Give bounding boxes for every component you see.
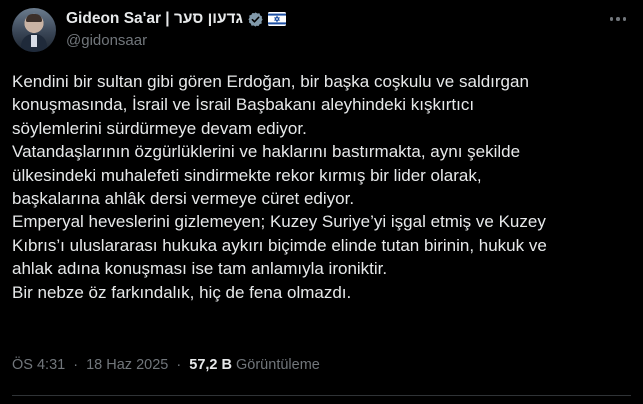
- tweet-text-line: Kıbrıs’ı uluslararası hukuka aykırı biçi…: [12, 235, 547, 255]
- tweet-meta: ÖS 4:31 · 18 Haz 2025 · 57,2 B Görüntüle…: [12, 357, 320, 373]
- tweet-text-line: konuşmasında, İsrail ve İsrail Başbakanı…: [12, 95, 475, 115]
- author-handle[interactable]: @gidonsaar: [66, 32, 286, 49]
- tweet-text-line: Kendini bir sultan gibi gören Erdoğan, b…: [12, 72, 529, 91]
- meta-separator: ·: [73, 357, 79, 373]
- tweet-time[interactable]: ÖS 4:31: [12, 357, 65, 373]
- divider: [12, 395, 631, 396]
- author-display-name[interactable]: Gideon Sa'ar | גדעון סער: [66, 10, 243, 28]
- tweet-text-line: Vatandaşlarının özgürlüklerini ve haklar…: [12, 142, 521, 162]
- tweet-date[interactable]: 18 Haz 2025: [86, 357, 168, 373]
- dot: [616, 17, 620, 21]
- tweet-text-line: Bir nebze öz farkındalık, hiç de fena ol…: [12, 282, 352, 302]
- dot: [609, 17, 614, 21]
- views-count[interactable]: 57,2 B: [189, 357, 232, 373]
- avatar-shirt: [31, 35, 37, 47]
- tweet: Gideon Sa'ar | גדעון סער @gidonsaar Kend…: [0, 0, 643, 404]
- tweet-text-line: başkalarına ahlâk dersi vermeye cüret ed…: [12, 189, 355, 209]
- tweet-text-line: söylemlerini sürdürmeye devam ediyor.: [12, 118, 307, 138]
- more-options-icon[interactable]: [607, 10, 629, 28]
- tweet-header: Gideon Sa'ar | גדעון סער @gidonsaar: [66, 8, 286, 50]
- tweet-text-line: Emperyal heveslerini gizlemeyen; Kuzey S…: [12, 212, 546, 232]
- name-row: Gideon Sa'ar | גדעון סער: [66, 8, 286, 30]
- tweet-text: Kendini bir sultan gibi gören Erdoğan, b…: [12, 70, 634, 304]
- tweet-text-line: ülkesindeki muhalefeti sindirmekte rekor…: [12, 165, 482, 185]
- dot: [622, 17, 627, 21]
- verified-badge-icon: [247, 11, 264, 28]
- views-label: Görüntüleme: [236, 357, 320, 373]
- tweet-text-line: ahlak adına konuşması ise tam anlamıyla …: [12, 259, 388, 279]
- israel-flag-icon: [267, 12, 286, 26]
- avatar[interactable]: [12, 8, 56, 52]
- meta-separator: ·: [176, 357, 182, 373]
- avatar-hair: [26, 14, 42, 22]
